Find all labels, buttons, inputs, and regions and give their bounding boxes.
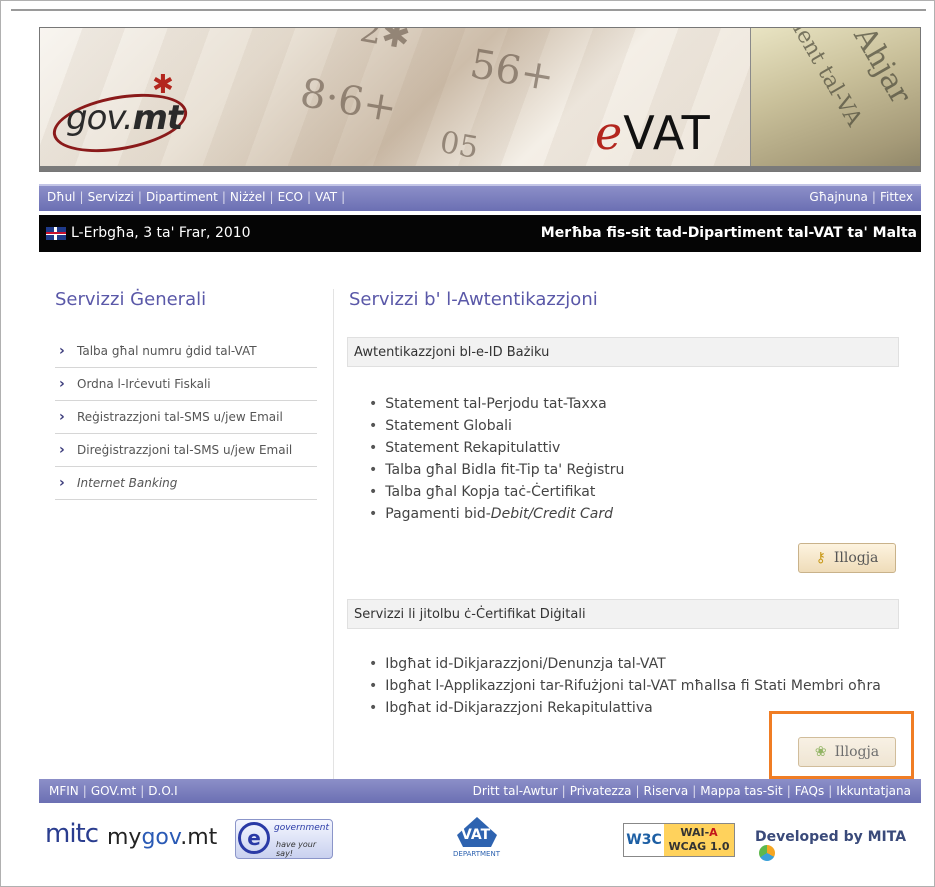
footer-left-links: MFIN | GOV.mt | D.O.I <box>49 784 178 798</box>
nav-left-links: Dħul | Servizzi | Dipartiment | Niżżel | ECO | VAT… <box>47 190 346 204</box>
egovernment-logo[interactable]: e government have your say! <box>235 819 333 859</box>
nav-link-dipartiment[interactable]: Dipartiment <box>146 190 218 204</box>
banner-decoration: 05 <box>437 124 481 167</box>
welcome-message: Merħba fis-sit tad-Dipartiment tal-VAT t… <box>540 225 917 241</box>
govmt-logo[interactable]: ✱ gov.mt <box>48 70 192 162</box>
footer-link-contact[interactable]: Ikkuntatjana <box>836 784 911 798</box>
nav-link-eco[interactable]: ECO <box>278 190 303 204</box>
list-item[interactable]: Statement Rekapitulattiv <box>369 437 624 459</box>
left-section-title: Servizzi Ġenerali <box>55 289 207 310</box>
list-item[interactable]: Statement Globali <box>369 415 624 437</box>
vat-logo-department: DEPARTMENT <box>453 850 500 858</box>
mita-logo-icon <box>759 845 775 861</box>
footer-link-govmt[interactable]: GOV.mt <box>91 784 136 798</box>
nav-link-dhul[interactable]: Dħul <box>47 190 76 204</box>
chevron-right-icon: › <box>59 409 65 425</box>
uk-flag-icon[interactable] <box>46 227 66 240</box>
key-icon: ⚷ <box>815 550 826 566</box>
chevron-right-icon: › <box>59 376 65 392</box>
footer-link-faqs[interactable]: FAQs <box>795 784 825 798</box>
list-item[interactable]: › Talba għal numru ġdid tal-VAT <box>55 335 317 368</box>
list-item[interactable]: › Direġistrazzjoni tal-SMS u/jew Email <box>55 434 317 467</box>
footer-bar: MFIN | GOV.mt | D.O.I Dritt tal-Awtur | Privat… <box>39 779 921 803</box>
date-bar: L-Erbgħa, 3 ta' Frar, 2010 Merħba fis-si… <box>39 215 921 252</box>
partner-logos: mitc mygov.mt e government have your say… <box>39 815 921 865</box>
nav-right-links: Għajnuna | Fittex <box>809 190 913 204</box>
chevron-right-icon: › <box>59 343 65 359</box>
egov-tagline: have your say! <box>276 840 317 858</box>
egov-text: government <box>274 823 330 833</box>
mita-credit[interactable]: Developed by MITA <box>755 829 921 861</box>
chevron-right-icon: › <box>59 442 65 458</box>
evat-title: eVAT <box>595 106 711 160</box>
page-container: 8·6+ 56+ 05 2✱ ✱ gov.mt eVAT ment tal-VA… <box>39 27 921 882</box>
mygov-logo[interactable]: mygov.mt <box>107 825 217 850</box>
logo-text: gov.mt <box>66 98 183 138</box>
right-section-title: Servizzi b' l-Awtentikazzjoni <box>349 289 598 310</box>
highlight-box <box>769 711 914 779</box>
section-heading-eid: Awtentikazzjoni bl-e-ID Bażiku <box>347 337 899 367</box>
footer-link-doi[interactable]: D.O.I <box>148 784 177 798</box>
banner-decoration: Ahjar <box>846 27 919 110</box>
banner-photo: ment tal-VA Ahjar <box>750 27 920 171</box>
list-item[interactable]: Ibgħat l-Applikazzjoni tar-Rifużjoni tal… <box>369 675 881 697</box>
w3c-text: W3C <box>624 824 664 856</box>
header-banner: 8·6+ 56+ 05 2✱ ✱ gov.mt eVAT ment tal-VA… <box>39 27 921 172</box>
general-services-list: › Talba għal numru ġdid tal-VAT › Ordna l-… <box>55 335 317 500</box>
nav-link-fittex[interactable]: Fittex <box>880 190 913 204</box>
footer-link-sitemap[interactable]: Mappa tas-Sit <box>700 784 782 798</box>
list-item[interactable]: Ibgħat id-Dikjarazzjoni/Denunzja tal-VAT <box>369 653 881 675</box>
star-icon: ✱ <box>152 70 174 100</box>
vat-department-logo[interactable]: VAT DEPARTMENT <box>449 817 505 863</box>
list-item[interactable]: › Reġistrazzjoni tal-SMS u/jew Email <box>55 401 317 434</box>
eid-services-list: Statement tal-Perjodu tat-Taxxa Statemen… <box>369 393 624 525</box>
footer-link-mfin[interactable]: MFIN <box>49 784 79 798</box>
nav-link-nizzel[interactable]: Niżżel <box>230 190 266 204</box>
nav-link-ghajnuna[interactable]: Għajnuna <box>809 190 868 204</box>
chevron-right-icon: › <box>59 475 65 491</box>
e-icon: e <box>238 822 270 854</box>
certificate-services-list: Ibgħat id-Dikjarazzjoni/Denunzja tal-VAT… <box>369 653 881 719</box>
banner-bottom-bar <box>40 166 920 171</box>
nav-link-vat[interactable]: VAT <box>315 190 337 204</box>
list-item[interactable]: Talba għal Kopja taċ-Ċertifikat <box>369 481 624 503</box>
footer-link-disclaimer[interactable]: Riserva <box>644 784 689 798</box>
section-heading-certificate: Servizzi li jitolbu ċ-Ċertifikat Diġital… <box>347 599 899 629</box>
nav-link-servizzi[interactable]: Servizzi <box>88 190 134 204</box>
w3c-wai-badge[interactable]: W3C WAI-A WCAG 1.0 <box>623 823 735 857</box>
page-frame: 8·6+ 56+ 05 2✱ ✱ gov.mt eVAT ment tal-VA… <box>0 0 935 887</box>
list-item[interactable]: Talba għal Bidla fit-Tip ta' Reġistru <box>369 459 624 481</box>
current-date: L-Erbgħa, 3 ta' Frar, 2010 <box>71 225 251 241</box>
footer-link-copyright[interactable]: Dritt tal-Awtur <box>473 784 558 798</box>
list-item[interactable]: Statement tal-Perjodu tat-Taxxa <box>369 393 624 415</box>
column-divider <box>333 289 334 779</box>
footer-link-privacy[interactable]: Privatezza <box>570 784 632 798</box>
mitc-logo[interactable]: mitc <box>45 819 99 849</box>
list-item[interactable]: › Ordna l-Irċevuti Fiskali <box>55 368 317 401</box>
list-item[interactable]: Pagamenti bid-Debit/Credit Card <box>369 503 624 525</box>
login-button-eid[interactable]: ⚷ Illogja <box>798 543 896 573</box>
top-rule <box>11 9 926 11</box>
list-item[interactable]: › Internet Banking <box>55 467 317 500</box>
vat-logo-text: VAT <box>461 827 491 843</box>
footer-right-links: Dritt tal-Awtur | Privatezza | Riserva | Mappa… <box>472 784 911 798</box>
main-nav: Dħul | Servizzi | Dipartiment | Niżżel | ECO | VAT… <box>39 184 921 211</box>
wai-badge-text: WAI-A WCAG 1.0 <box>664 824 734 856</box>
